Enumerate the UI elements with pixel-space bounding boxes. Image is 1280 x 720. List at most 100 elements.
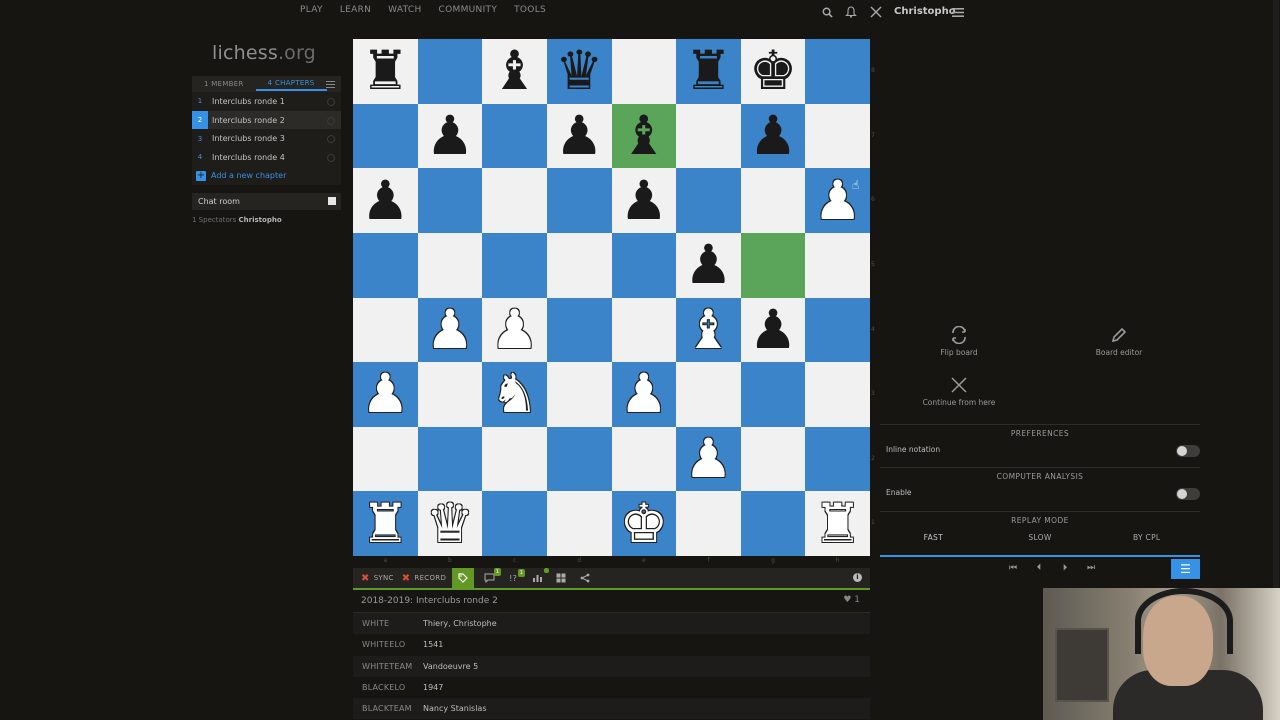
square-h6[interactable]: ♟ — [805, 168, 870, 233]
chapter-settings-icon[interactable] — [327, 135, 335, 144]
black-pawn-icon[interactable]: ♟ — [555, 108, 603, 163]
black-pawn-icon[interactable]: ♟ — [361, 173, 409, 228]
chapter-item-3[interactable]: 3 Interclubs ronde 3 — [192, 129, 341, 148]
square-a6[interactable]: ♟ — [353, 168, 418, 233]
white-rook-icon[interactable]: ♜ — [361, 496, 409, 551]
square-c2[interactable] — [482, 426, 547, 492]
square-c3[interactable]: ♞ — [482, 362, 547, 427]
square-e7[interactable]: ♝ — [611, 103, 677, 169]
square-f4[interactable]: ♝ — [676, 297, 741, 363]
square-d3[interactable] — [546, 362, 612, 427]
black-rook-icon[interactable]: ♜ — [361, 44, 409, 98]
comments-button[interactable]: 1 — [480, 568, 502, 583]
square-h4[interactable] — [805, 297, 870, 363]
tag-value[interactable]: Vandoeuvre 5 — [423, 662, 478, 671]
tag-value[interactable]: 1541 — [423, 640, 443, 649]
square-a5[interactable] — [353, 232, 418, 298]
square-f6[interactable] — [676, 168, 741, 233]
square-g6[interactable] — [740, 168, 806, 233]
white-rook-icon[interactable]: ♜ — [813, 496, 861, 551]
white-pawn-icon[interactable]: ♟ — [490, 302, 538, 357]
square-h1[interactable]: ♜ — [805, 491, 870, 556]
nav-tools[interactable]: TOOLS — [514, 5, 546, 19]
nav-learn[interactable]: LEARN — [340, 5, 371, 19]
like-button[interactable]: ♥ 1 — [843, 595, 860, 605]
chess-board[interactable]: ♜ ♝ ♛ ♜ ♚ ♟ ♟ ♝ ♟ ♟ ♟ ♟ ♟ ♟ ♟ ♝ ♟ ♟ ♞ ♟ ♟ ♜ ♛ ♚ ♜ — [353, 39, 870, 556]
white-pawn-icon[interactable]: ♟ — [684, 432, 732, 486]
square-a2[interactable] — [353, 426, 418, 492]
square-b7[interactable]: ♟ — [417, 103, 483, 169]
square-e6[interactable]: ♟ — [611, 168, 677, 233]
square-e8[interactable] — [611, 39, 677, 104]
square-h7[interactable] — [805, 103, 870, 169]
spectator-name[interactable]: Christopho — [239, 216, 282, 224]
square-f7[interactable] — [676, 103, 741, 169]
square-a3[interactable]: ♟ — [353, 362, 418, 427]
square-c8[interactable]: ♝ — [482, 39, 547, 104]
square-g7[interactable]: ♟ — [740, 103, 806, 169]
square-h5[interactable] — [805, 232, 870, 298]
search-icon[interactable] — [820, 5, 834, 19]
notification-bell-icon[interactable] — [844, 5, 858, 19]
chapter-item-4[interactable]: 4 Interclubs ronde 4 — [192, 148, 341, 167]
first-move-icon[interactable]: ⏮ — [1006, 561, 1020, 575]
black-bishop-icon[interactable]: ♝ — [490, 44, 538, 98]
white-knight-icon[interactable]: ♞ — [490, 367, 538, 421]
black-pawn-icon[interactable]: ♟ — [426, 108, 474, 163]
black-pawn-icon[interactable]: ♟ — [684, 238, 732, 292]
tab-chapters[interactable]: 4 CHAPTERS — [255, 77, 327, 91]
square-f3[interactable] — [676, 362, 741, 427]
square-g5[interactable] — [740, 232, 806, 298]
chapter-item-1[interactable]: 1 Interclubs ronde 1 — [192, 92, 341, 111]
square-c1[interactable] — [482, 491, 547, 556]
black-pawn-icon[interactable]: ♟ — [749, 108, 797, 163]
white-bishop-icon[interactable]: ♝ — [684, 302, 732, 357]
square-g4[interactable]: ♟ — [740, 297, 806, 363]
replay-slow-option[interactable]: SLOW — [987, 530, 1094, 555]
study-menu-icon[interactable] — [326, 79, 335, 88]
square-a4[interactable] — [353, 297, 418, 363]
tab-members[interactable]: 1 MEMBER — [192, 80, 256, 88]
white-pawn-icon[interactable]: ♟ — [620, 367, 668, 421]
next-move-icon[interactable]: ⏵ — [1058, 561, 1072, 575]
square-a7[interactable] — [353, 103, 418, 169]
add-chapter-button[interactable]: + Add a new chapter — [192, 167, 341, 185]
square-f2[interactable]: ♟ — [676, 426, 741, 492]
tag-value[interactable]: Thiery, Christophe — [423, 619, 497, 628]
tag-value[interactable]: 1947 — [423, 683, 443, 692]
square-e4[interactable] — [611, 297, 677, 363]
nav-community[interactable]: COMMUNITY — [439, 5, 498, 19]
square-b6[interactable] — [417, 168, 483, 233]
square-b5[interactable] — [417, 232, 483, 298]
page-scrollbar[interactable] — [1273, 0, 1279, 590]
black-pawn-icon[interactable]: ♟ — [749, 302, 797, 357]
square-e5[interactable] — [611, 232, 677, 298]
square-g8[interactable]: ♚ — [740, 39, 806, 104]
square-g2[interactable] — [740, 426, 806, 492]
square-e2[interactable] — [611, 426, 677, 492]
site-logo[interactable]: lichess.org — [212, 42, 316, 64]
black-rook-icon[interactable]: ♜ — [684, 44, 732, 98]
black-pawn-icon[interactable]: ♟ — [620, 173, 668, 228]
continue-from-here-button[interactable]: Continue from here — [909, 376, 1009, 407]
square-c6[interactable] — [482, 168, 547, 233]
square-c4[interactable]: ♟ — [482, 297, 547, 363]
square-f1[interactable] — [676, 491, 741, 556]
square-b1[interactable]: ♛ — [417, 491, 483, 556]
nav-watch[interactable]: WATCH — [388, 5, 421, 19]
hamburger-menu-icon[interactable] — [951, 5, 965, 19]
square-b3[interactable] — [417, 362, 483, 427]
white-king-icon[interactable]: ♚ — [620, 496, 668, 551]
replay-by-cpl-option[interactable]: BY CPL — [1093, 530, 1200, 555]
flip-board-button[interactable]: Flip board — [909, 325, 1009, 357]
prev-move-icon[interactable]: ⏴ — [1032, 561, 1046, 575]
square-g3[interactable] — [740, 362, 806, 427]
tags-button[interactable] — [452, 568, 475, 588]
glyphs-button[interactable]: !? 1 — [504, 568, 526, 583]
nav-play[interactable]: PLAY — [300, 5, 323, 19]
square-c7[interactable] — [482, 103, 547, 169]
chat-room-header[interactable]: Chat room — [192, 192, 341, 210]
move-list-menu-button[interactable]: ☰ — [1171, 559, 1200, 579]
square-d8[interactable]: ♛ — [546, 39, 612, 104]
square-f5[interactable]: ♟ — [676, 232, 741, 298]
